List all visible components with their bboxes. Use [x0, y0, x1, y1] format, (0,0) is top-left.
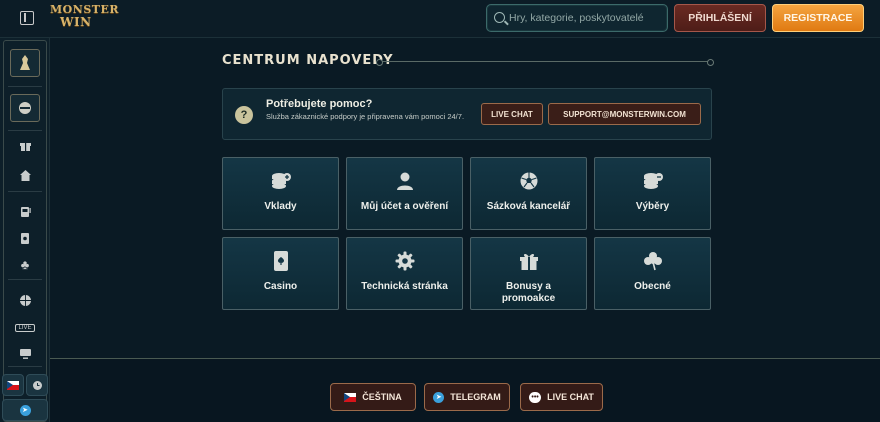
sidebar-item-sports[interactable] — [15, 291, 35, 309]
playing-card-icon — [270, 250, 292, 272]
clock-icon — [32, 380, 42, 390]
search-icon — [494, 12, 505, 23]
language-label: ČEŠTINA — [362, 392, 402, 402]
sidebar-divider — [8, 130, 42, 131]
category-label: Výběry — [635, 201, 670, 212]
category-general[interactable]: Obecné — [594, 237, 711, 310]
gift-icon — [19, 142, 31, 151]
support-email-button[interactable]: SUPPORT@MONSTERWIN.COM — [548, 103, 701, 125]
playing-card-icon — [21, 232, 29, 244]
sidebar-item-cards[interactable] — [15, 229, 35, 247]
sidebar-telegram-button[interactable]: ➤ — [2, 399, 48, 421]
category-bonuses[interactable]: Bonusy a promoakce — [470, 237, 587, 310]
sidebar-item-lucky[interactable]: ♣ — [15, 255, 35, 273]
sidebar-divider — [8, 366, 42, 367]
live-chat-label: LIVE CHAT — [547, 392, 594, 402]
top-bar: MONSTER WIN PŘIHLÁŠENÍ REGISTRACE — [0, 0, 880, 38]
sidebar: ♣ LIVE ➤ — [0, 38, 50, 422]
language-select-button[interactable]: ČEŠTINA — [330, 383, 416, 411]
czech-flag-icon — [344, 392, 357, 402]
category-sportsbook[interactable]: Sázková kancelář — [470, 157, 587, 230]
telegram-button[interactable]: ➤ TELEGRAM — [424, 383, 510, 411]
sidebar-item-virtual[interactable] — [15, 345, 35, 363]
title-divider — [376, 59, 714, 66]
category-label: Technická stránka — [361, 281, 448, 292]
coins-minus-icon — [642, 170, 664, 192]
register-button[interactable]: REGISTRACE — [772, 4, 864, 32]
sidebar-divider — [8, 279, 42, 280]
monitor-icon — [19, 349, 31, 359]
telegram-label: TELEGRAM — [450, 392, 501, 402]
sidebar-language-button[interactable] — [2, 374, 24, 396]
sidebar-item-promotions[interactable] — [15, 136, 35, 154]
logo-text-bottom: WIN — [60, 15, 92, 29]
sidebar-divider — [8, 191, 42, 192]
brand-logo[interactable]: MONSTER WIN — [50, 4, 118, 34]
category-deposits[interactable]: Vklady — [222, 157, 339, 230]
category-label: Sázková kancelář — [486, 201, 571, 212]
slot-machine-icon — [20, 206, 31, 217]
czech-flag-icon — [7, 380, 19, 390]
live-chat-button[interactable]: LIVE CHAT — [481, 103, 543, 125]
help-panel: ? Potřebujete pomoc? Služba zákaznické p… — [222, 88, 712, 140]
category-label: Bonusy a promoakce — [501, 281, 556, 304]
search-box[interactable] — [486, 4, 668, 32]
category-label: Casino — [263, 281, 298, 292]
category-account[interactable]: Můj účet a ověření — [346, 157, 463, 230]
category-withdrawals[interactable]: Výběry — [594, 157, 711, 230]
search-input[interactable] — [509, 9, 665, 27]
login-button[interactable]: PŘIHLÁŠENÍ — [674, 4, 766, 32]
sidebar-item-slots[interactable] — [15, 202, 35, 220]
warrior-icon — [20, 55, 30, 70]
footer: ČEŠTINA ➤ TELEGRAM ••• LIVE CHAT — [50, 358, 880, 422]
telegram-icon: ➤ — [19, 404, 31, 416]
sidebar-item-home[interactable] — [15, 166, 35, 184]
gift-icon — [518, 250, 540, 272]
category-label: Obecné — [634, 281, 671, 292]
help-heading: Potřebujete pomoc? — [266, 98, 373, 110]
user-icon — [394, 170, 416, 192]
coins-plus-icon — [270, 170, 292, 192]
gear-icon — [394, 250, 416, 272]
category-technical[interactable]: Technická stránka — [346, 237, 463, 310]
sidebar-item-quests[interactable] — [10, 94, 40, 122]
help-description: Služba zákaznické podpory je připravena … — [266, 112, 465, 121]
football-icon — [518, 170, 540, 192]
chat-bubble-icon: ••• — [529, 391, 542, 403]
sidebar-item-live[interactable]: LIVE — [15, 319, 35, 337]
sidebar-item-character[interactable] — [10, 49, 40, 77]
home-icon — [19, 169, 31, 181]
category-casino[interactable]: Casino — [222, 237, 339, 310]
helmet-icon — [19, 102, 31, 114]
footer-live-chat-button[interactable]: ••• LIVE CHAT — [520, 383, 603, 411]
clover-icon — [642, 250, 664, 272]
page-title: CENTRUM NAPOVEDY — [222, 53, 394, 68]
category-label: Vklady — [264, 201, 297, 212]
sidebar-divider — [8, 86, 42, 87]
live-icon: LIVE — [15, 324, 35, 332]
basketball-icon — [19, 294, 31, 306]
question-icon: ? — [235, 106, 253, 124]
category-label: Můj účet a ověření — [360, 201, 449, 212]
clover-icon: ♣ — [20, 256, 30, 272]
telegram-icon: ➤ — [433, 391, 445, 403]
sidebar-settings-button[interactable] — [26, 374, 48, 396]
sidebar-toggle-icon[interactable] — [20, 11, 34, 25]
